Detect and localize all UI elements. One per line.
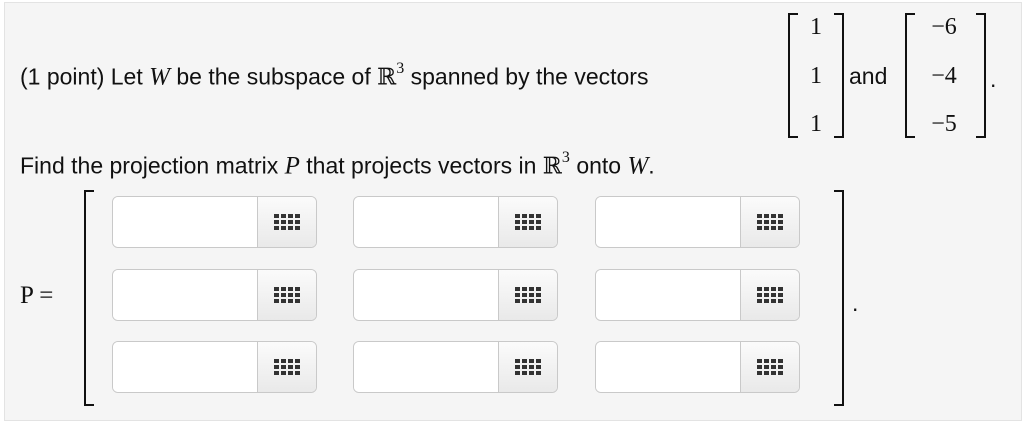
task-period: . [648,152,655,179]
matrix-entry-input[interactable] [596,270,741,320]
matrix-cell [595,196,800,248]
matrix-cell [353,341,558,393]
equation-palette-button[interactable] [498,342,557,392]
be-text: be the subspace of [176,63,371,90]
grid-palette-icon [515,287,541,303]
matrix-period: . [852,290,859,316]
vector2-entry: −4 [931,63,957,89]
points-label: (1 point) [20,63,105,90]
matrix-cell [112,196,317,248]
grid-palette-icon [274,359,300,375]
matrix-entry-input[interactable] [113,270,258,320]
matrix-entry-input[interactable] [113,342,258,392]
matrix-entry-input[interactable] [354,342,499,392]
matrix-cell [595,341,800,393]
grid-palette-icon [757,359,783,375]
equation-palette-button[interactable] [740,197,799,247]
vector2-entry: −6 [931,14,957,40]
equation-palette-button[interactable] [498,197,557,247]
grid-palette-icon [274,214,300,230]
matrix-entry-input[interactable] [596,342,741,392]
equation-palette-button[interactable] [257,197,316,247]
grid-palette-icon [757,214,783,230]
dimension-exponent: 3 [561,149,570,166]
matrix-cell [112,269,317,321]
matrix-left-bracket [84,190,94,406]
subspace-symbol: W [149,63,170,91]
subspace-symbol: W [627,152,649,180]
task-statement: Find the projection matrix P that projec… [20,149,655,181]
dimension-exponent: 3 [396,60,405,77]
spanned-text: spanned by the vectors [410,63,649,90]
problem-statement: (1 point) Let W be the subspace of ℝ3 sp… [20,60,649,92]
and-text: and [849,63,888,89]
grid-palette-icon [274,287,300,303]
matrix-entry-input[interactable] [354,197,499,247]
matrix-cell [353,196,558,248]
grid-palette-icon [515,214,541,230]
matrix-right-bracket [834,190,844,406]
matrix-cell [353,269,558,321]
grid-palette-icon [757,287,783,303]
real-space-symbol: ℝ [542,153,562,180]
equation-palette-button[interactable] [257,342,316,392]
matrix-entry-input[interactable] [596,197,741,247]
find-text: Find the projection matrix [20,152,279,179]
matrix-label: P = [20,282,54,309]
matrix-entry-input[interactable] [113,197,258,247]
matrix-symbol: P [284,152,300,180]
vector1-right-bracket [834,13,844,138]
matrix-cell [595,269,800,321]
matrix-entry-input[interactable] [354,270,499,320]
equation-palette-button[interactable] [740,342,799,392]
let-text: Let [110,63,143,90]
matrix-cell [112,341,317,393]
grid-palette-icon [515,359,541,375]
real-space-symbol: ℝ [377,64,397,91]
equation-palette-button[interactable] [257,270,316,320]
projects-text: that projects vectors in [306,152,537,179]
vector2-entry: −5 [931,111,957,137]
onto-text: onto [576,152,622,179]
vector2-right-bracket [976,13,986,138]
sentence-period: . [990,66,997,92]
equation-palette-button[interactable] [740,270,799,320]
equation-palette-button[interactable] [498,270,557,320]
